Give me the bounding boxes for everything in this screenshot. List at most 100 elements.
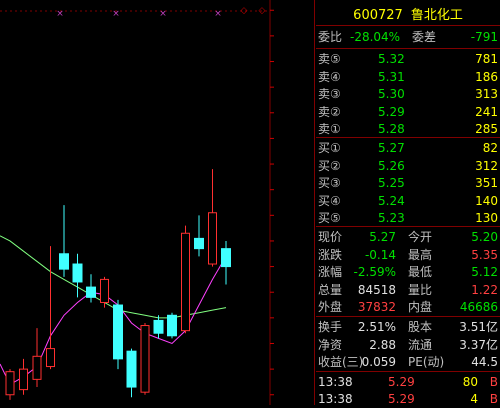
stat-row[interactable]: 现价 5.27 今开 5.20 [316,228,500,246]
stat-value: 5.20 [471,230,498,244]
tick-row[interactable]: 13:38 5.29 4 B [316,390,500,408]
quote-panel: 600727 鲁北化工 委比 -28.04% 委差 -791 卖⑤ 5.32 781 卖… [316,0,500,408]
bid-volume: 312 [475,158,498,173]
info-label: 股本 [408,320,433,334]
stat-value: 5.35 [471,247,498,262]
bid-row[interactable]: 买③ 5.25 351 [316,174,500,192]
ask-label: 卖③ [318,87,341,101]
bid-label: 买① [318,141,341,155]
weicha-label: 委差 [412,30,437,44]
ask-price: 5.30 [378,87,405,101]
info-value: 0.059 [361,355,396,369]
candle-body [5,371,15,396]
stock-code: 600727 [353,8,403,23]
ask-price: 5.28 [378,122,405,136]
ask-row[interactable]: 卖④ 5.31 186 [316,68,500,86]
ask-row[interactable]: 卖⑤ 5.32 781 [316,50,500,68]
bid-row[interactable]: 买① 5.27 82 [316,139,500,157]
stat-label: 现价 [318,230,343,244]
tick-volume: 80 [462,375,478,389]
candle-body [100,278,109,303]
stat-value: -2.59% [353,265,396,279]
tick-volume: 4 [470,392,478,406]
divider [316,25,500,26]
bid-price: 5.25 [378,176,405,190]
stat-label: 量比 [408,282,433,297]
candle-body [208,212,217,265]
ask-label: 卖④ [318,69,341,84]
candlestick-chart[interactable]: ××××◇◇6.206.106.005.905.805.705.605.505.… [0,0,274,405]
bid-volume: 351 [475,176,498,190]
stat-value: 46686 [459,300,498,314]
bid-label: 买③ [318,176,341,190]
ask-price: 5.29 [378,104,405,119]
stat-label: 涨跌 [318,247,343,262]
ask-row[interactable]: 卖③ 5.30 313 [316,85,500,103]
stat-label: 内盘 [408,300,433,314]
marker-icon: × [112,9,120,19]
info-row[interactable]: 收益(三) 0.059 PE(动) 44.5 [316,353,500,371]
candle-body [126,350,137,388]
ask-volume: 285 [475,122,498,136]
panel-divider [314,0,315,405]
stat-row[interactable]: 外盘 37832 内盘 46686 [316,298,500,316]
bid-label: 买④ [318,193,341,208]
info-value: 44.5 [471,355,498,369]
bid-price: 5.23 [378,211,405,225]
stat-row[interactable]: 涨幅 -2.59% 最低 5.12 [316,263,500,281]
weibi-value: -28.04% [350,30,401,44]
divider [316,371,500,372]
tick-side: B [489,392,498,406]
bid-price: 5.27 [378,141,405,155]
diamond-icon: ◇ [241,6,248,16]
ask-row[interactable]: 卖① 5.28 285 [316,120,500,138]
ask-volume: 313 [475,87,498,101]
info-value: 3.37亿 [459,337,498,352]
tick-side: B [489,375,498,389]
stat-label: 最高 [408,247,433,262]
ask-price: 5.32 [378,52,405,66]
bid-volume: 140 [475,193,498,208]
stat-value: 84518 [357,282,396,297]
stock-header: 600727 鲁北化工 [316,4,500,23]
divider [316,48,500,49]
candle-body [59,253,69,270]
bid-volume: 130 [475,211,498,225]
divider [316,226,500,227]
stat-value: 1.22 [471,282,498,297]
bid-label: 买② [318,158,341,173]
info-row[interactable]: 净资 2.88 流通 3.37亿 [316,336,500,354]
tick-time: 13:38 [318,375,353,389]
ask-row[interactable]: 卖② 5.29 241 [316,103,500,121]
candle-body [181,232,190,332]
stat-label: 外盘 [318,300,343,314]
tick-row[interactable]: 13:38 5.29 80 B [316,373,500,391]
marker-icon: × [214,9,222,19]
bid-price: 5.26 [378,158,405,173]
candle-body [86,286,96,298]
info-label: 净资 [318,337,343,352]
bid-row[interactable]: 买④ 5.24 140 [316,192,500,210]
stat-value: 37832 [357,300,396,314]
info-row[interactable]: 换手 2.51% 股本 3.51亿 [316,318,500,336]
stat-label: 最低 [408,265,433,279]
tick-time: 13:38 [318,392,353,406]
stat-row[interactable]: 总量 84518 量比 1.22 [316,281,500,299]
chart-canvas[interactable]: ××××◇◇6.206.106.005.905.805.705.605.505.… [0,0,274,405]
bid-row[interactable]: 买② 5.26 312 [316,157,500,175]
stat-row[interactable]: 涨跌 -0.14 最高 5.35 [316,246,500,264]
stock-name: 鲁北化工 [410,8,463,23]
candle-body [153,319,164,334]
ask-label: 卖⑤ [318,52,341,66]
divider [316,137,500,138]
info-label: 流通 [408,337,433,352]
candle-body [19,368,28,391]
bid-row[interactable]: 买⑤ 5.23 130 [316,209,500,227]
diamond-icon: ◇ [259,6,266,16]
marker-icon: × [56,9,64,19]
stat-value: 5.27 [369,230,396,244]
stat-label: 涨幅 [318,265,343,279]
tick-price: 5.29 [388,375,415,389]
marker-icon: × [159,9,167,19]
stat-value: 5.12 [471,265,498,279]
